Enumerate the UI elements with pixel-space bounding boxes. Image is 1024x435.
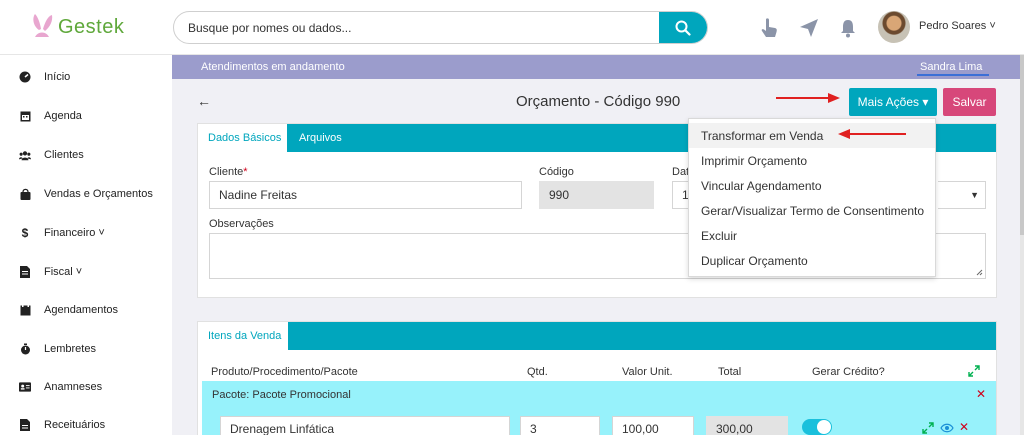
more-actions-button[interactable]: Mais Ações ▾ xyxy=(849,88,937,116)
select-field[interactable]: ▼ xyxy=(938,181,986,209)
remove-package-icon[interactable]: ✕ xyxy=(976,387,986,401)
tab-arquivos[interactable]: Arquivos xyxy=(299,124,342,152)
ongoing-appointments-label: Atendimentos em andamento xyxy=(201,61,345,73)
column-header-qtd: Qtd. xyxy=(527,366,548,378)
sidebar-item-receituarios[interactable]: Receituários xyxy=(0,410,172,435)
dollar-icon: $ xyxy=(21,226,29,240)
page-title: Orçamento - Código 990 xyxy=(516,93,681,110)
red-arrow-annotation xyxy=(838,129,906,139)
column-header-gerar-credito: Gerar Crédito? xyxy=(812,366,885,378)
avatar[interactable] xyxy=(878,11,910,43)
sidebar-item-label: Receituários xyxy=(44,419,106,431)
eye-icon[interactable] xyxy=(940,423,954,433)
stopwatch-icon xyxy=(19,343,31,355)
menu-item-imprimir-orcamento[interactable]: Imprimir Orçamento xyxy=(689,148,935,173)
remove-item-icon[interactable]: ✕ xyxy=(959,420,969,434)
search-input[interactable] xyxy=(174,12,662,43)
data-label: Dat xyxy=(672,166,690,178)
produto-field[interactable]: Drenagem Linfática xyxy=(220,416,510,435)
package-row: Pacote: Pacote Promocional ✕ xyxy=(202,381,996,411)
sidebar-item-label: Anamneses xyxy=(44,381,103,393)
calendar-icon xyxy=(19,110,31,122)
tab-itens-da-venda[interactable]: Itens da Venda xyxy=(198,322,288,350)
brand-name: Gestek xyxy=(58,15,125,38)
column-header-produto: Produto/Procedimento/Pacote xyxy=(211,366,358,378)
codigo-label: Código xyxy=(539,166,574,178)
sidebar-item-label: Fiscal ˅ xyxy=(44,266,83,278)
sidebar-item-label: Vendas e Orçamentos xyxy=(44,188,153,200)
sidebar-item-anamneses[interactable]: Anamneses xyxy=(0,372,172,402)
column-header-total: Total xyxy=(718,366,742,378)
sidebar-item-label: Início xyxy=(44,71,71,83)
search-icon xyxy=(675,20,691,36)
sidebar-item-label: Financeiro ˅ xyxy=(44,227,105,239)
sidebar-item-vendas[interactable]: Vendas e Orçamentos xyxy=(0,179,172,209)
scrollbar[interactable] xyxy=(1020,55,1024,435)
sidebar-item-lembretes[interactable]: Lembretes xyxy=(0,334,172,364)
top-bar: Gestek Pedro Soares ˅ xyxy=(0,0,1024,55)
expand-icon[interactable] xyxy=(968,365,980,377)
red-arrow-annotation xyxy=(776,93,840,103)
table-row: Drenagem Linfática 3 100,00 300,00 ✕ xyxy=(202,411,996,435)
sidebar: Início Agenda Clientes Vendas e Orçament… xyxy=(0,55,172,435)
active-tab-indicator xyxy=(917,74,989,76)
bell-icon[interactable] xyxy=(837,17,859,39)
quantity-field[interactable]: 3 xyxy=(520,416,600,435)
file-icon xyxy=(19,266,31,278)
sidebar-item-fiscal[interactable]: Fiscal ˅ xyxy=(0,257,172,287)
sidebar-item-label: Clientes xyxy=(44,149,84,161)
sidebar-item-financeiro[interactable]: $ Financeiro ˅ xyxy=(0,218,172,248)
shopping-bag-icon xyxy=(19,188,31,200)
sidebar-item-agenda[interactable]: Agenda xyxy=(0,101,172,131)
scrollbar-thumb[interactable] xyxy=(1020,55,1024,235)
sidebar-item-clientes[interactable]: Clientes xyxy=(0,140,172,170)
cliente-label: Cliente* xyxy=(209,166,248,178)
tab-dados-basicos[interactable]: Dados Básicos xyxy=(198,124,287,152)
expand-icon[interactable] xyxy=(922,422,934,434)
menu-item-vincular-agendamento[interactable]: Vincular Agendamento xyxy=(689,173,935,198)
file-text-icon xyxy=(19,419,31,431)
ongoing-appointment-tab[interactable]: Sandra Lima xyxy=(920,61,982,73)
dashboard-icon xyxy=(19,71,31,83)
sale-items-card: Itens da Venda Produto/Procedimento/Paco… xyxy=(197,321,997,435)
ongoing-appointments-bar: Atendimentos em andamento Sandra Lima xyxy=(172,55,1020,79)
calendar-list-icon xyxy=(19,304,31,316)
hand-pointer-icon[interactable] xyxy=(758,17,780,39)
sidebar-item-agendamentos[interactable]: Agendamentos xyxy=(0,295,172,325)
total-field: 300,00 xyxy=(706,416,788,435)
sidebar-item-label: Agendamentos xyxy=(44,304,118,316)
search-bar xyxy=(173,11,708,44)
paper-plane-icon[interactable] xyxy=(798,17,820,39)
save-button[interactable]: Salvar xyxy=(943,88,996,116)
menu-item-duplicar-orcamento[interactable]: Duplicar Orçamento xyxy=(689,248,935,273)
observacoes-label: Observações xyxy=(209,218,274,230)
search-button[interactable] xyxy=(659,12,707,43)
sidebar-item-inicio[interactable]: Início xyxy=(0,62,172,92)
codigo-field: 990 xyxy=(539,181,654,209)
package-label: Pacote: Pacote Promocional xyxy=(212,389,351,401)
user-menu[interactable]: Pedro Soares ˅ xyxy=(919,20,996,32)
logo[interactable]: Gestek xyxy=(30,12,124,42)
sidebar-item-label: Lembretes xyxy=(44,343,96,355)
gerar-credito-toggle[interactable] xyxy=(802,419,832,435)
users-icon xyxy=(19,149,31,161)
unit-price-field[interactable]: 100,00 xyxy=(612,416,694,435)
column-header-valor-unit: Valor Unit. xyxy=(622,366,673,378)
cliente-field[interactable]: Nadine Freitas xyxy=(209,181,522,209)
menu-item-termo-consentimento[interactable]: Gerar/Visualizar Termo de Consentimento xyxy=(689,198,935,223)
toggle-knob xyxy=(817,420,831,434)
card-tabs: Itens da Venda xyxy=(198,322,996,350)
sidebar-item-label: Agenda xyxy=(44,110,82,122)
resize-handle-icon[interactable] xyxy=(976,269,983,276)
id-card-icon xyxy=(19,381,31,393)
more-actions-menu: Transformar em Venda Imprimir Orçamento … xyxy=(688,118,936,277)
menu-item-excluir[interactable]: Excluir xyxy=(689,223,935,248)
bunny-logo-icon xyxy=(33,14,53,37)
back-arrow-icon[interactable]: ← xyxy=(197,93,211,109)
caret-down-icon: ▼ xyxy=(970,190,979,200)
